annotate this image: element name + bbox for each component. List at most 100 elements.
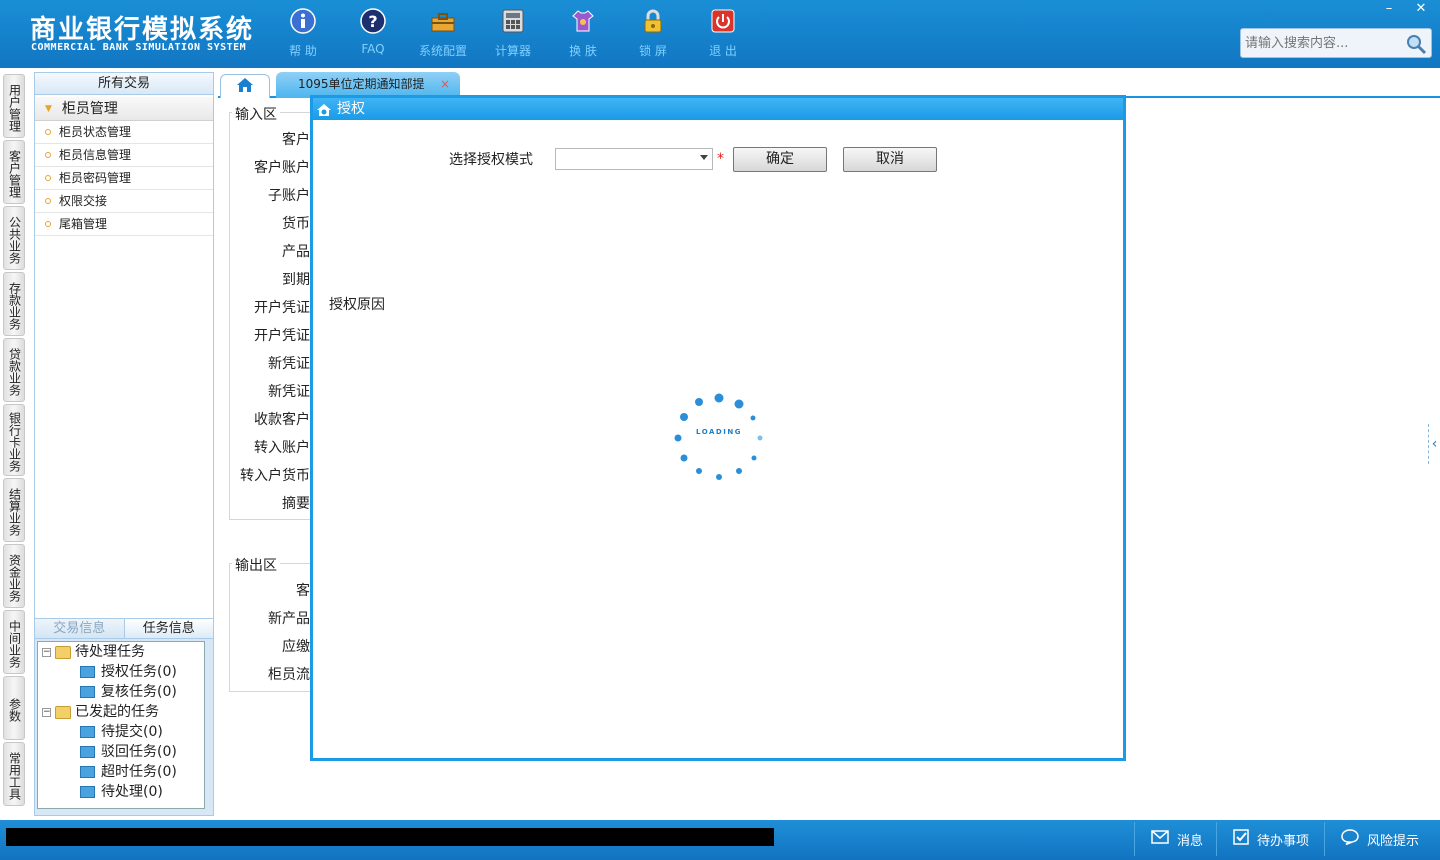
search-box [1240,28,1432,58]
field-label-product: 产品 [282,244,310,260]
vtab-bank-card-business[interactable]: 银行卡业务 [3,404,25,476]
change-skin-label: 换 肤 [569,44,597,58]
task-icon [80,786,95,798]
tree-node-label: 待处理任务 [75,644,145,660]
system-config-button[interactable]: 系统配置 [408,8,478,64]
exit-label: 退 出 [709,44,737,58]
chevron-left-icon: ‹ [1431,436,1438,452]
todo-label: 待办事项 [1257,833,1310,849]
svg-text:?: ? [368,12,377,31]
task-icon [80,686,95,698]
tree-node-to-submit[interactable]: 待提交(0) [80,722,163,742]
field-label-customer: 客户 [282,132,310,148]
tab-home[interactable] [220,74,270,98]
nav-item-permission-handover[interactable]: 权限交接 [35,190,213,213]
chat-icon [1341,829,1359,849]
folder-open-icon [55,705,71,719]
vtab-intermediary-business[interactable]: 中间业务 [3,610,25,674]
tree-node-label: 复核任务(0) [101,684,177,700]
collapse-icon[interactable]: − [42,647,51,657]
help-button[interactable]: 帮 助 [268,8,338,64]
question-icon: ? [360,8,386,34]
field-label-sub-account: 子账户 [268,188,310,204]
expand-panel-handle[interactable]: ‹ [1428,424,1440,464]
help-label: 帮 助 [289,44,317,58]
status-bar: 消息 待办事项 风险提示 [0,820,1440,860]
dialog-titlebar[interactable]: 授权 [313,98,1123,120]
loading-text: LOADING [696,428,742,436]
info-icon [290,8,316,34]
vtab-deposit-business[interactable]: 存款业务 [3,272,25,336]
exit-button[interactable]: 退 出 [688,8,758,64]
nav-item-teller-password[interactable]: 柜员密码管理 [35,167,213,190]
field-label-summary: 摘要 [282,496,310,512]
nav-header[interactable]: 所有交易 [35,73,213,95]
bullet-icon [45,175,51,181]
tree-node-timeout[interactable]: 超时任务(0) [80,762,177,782]
loading-spinner: LOADING [671,388,767,484]
task-icon [80,726,95,738]
tree-node-rejected[interactable]: 驳回任务(0) [80,742,177,762]
system-config-label: 系统配置 [418,44,467,58]
nav-item-cash-box[interactable]: 尾箱管理 [35,213,213,236]
tree-node-pending[interactable]: − 待处理任务 [42,642,145,662]
caret-down-icon: ▼ [45,103,52,114]
vtab-settlement-business[interactable]: 结算业务 [3,478,25,542]
risk-alert-label: 风险提示 [1367,833,1420,849]
change-skin-button[interactable]: 换 肤 [548,8,618,64]
tab-task-info[interactable]: 任务信息 [124,619,213,638]
vtab-customer-management[interactable]: 客户管理 [3,140,25,204]
folder-open-icon [55,645,71,659]
field-label-out-customer: 客 [296,583,310,599]
minimize-button[interactable]: – [1374,0,1404,18]
calculator-button[interactable]: 计算器 [478,8,548,64]
lock-screen-button[interactable]: 锁 屏 [618,8,688,64]
tab-transaction-info[interactable]: 交易信息 [35,619,125,638]
vtab-public-business[interactable]: 公共业务 [3,206,25,270]
bullet-icon [45,198,51,204]
field-label-new-product: 新产品 [268,611,310,627]
vtab-fund-business[interactable]: 资金业务 [3,544,25,608]
task-icon [80,746,95,758]
field-label-customer-account: 客户账户 [254,160,310,176]
nav-item-teller-info[interactable]: 柜员信息管理 [35,144,213,167]
transaction-nav-panel: 所有交易 ▼ 柜员管理 柜员状态管理 柜员信息管理 柜员密码管理 权限交接 尾箱… [34,72,214,620]
tree-node-review-tasks[interactable]: 复核任务(0) [80,682,177,702]
field-label-teller-serial: 柜员流 [268,667,310,683]
lock-icon [640,8,666,34]
collapse-icon[interactable]: − [42,707,51,717]
field-label-maturity: 到期 [282,272,310,288]
risk-alert-button[interactable]: 风险提示 [1324,822,1436,856]
todo-button[interactable]: 待办事项 [1216,822,1324,856]
nav-item-teller-status[interactable]: 柜员状态管理 [35,121,213,144]
vtab-user-management[interactable]: 用户管理 [3,74,25,138]
bullet-icon [45,152,51,158]
tree-node-initiated[interactable]: − 已发起的任务 [42,702,159,722]
nav-group-teller-management[interactable]: ▼ 柜员管理 [35,97,213,121]
confirm-button[interactable]: 确定 [733,147,827,172]
auth-reason-label: 授权原因 [329,297,385,313]
field-label-payable: 应缴 [282,639,310,655]
task-icon [80,766,95,778]
toolbox-icon [430,8,456,34]
vtab-common-tools[interactable]: 常用工具 [3,742,25,806]
close-tab-icon[interactable]: × [440,72,450,96]
dropdown-arrow-icon [700,155,708,160]
tree-node-auth-tasks[interactable]: 授权任务(0) [80,662,177,682]
vtab-parameters[interactable]: 参数 [3,676,25,740]
cancel-button[interactable]: 取消 [843,147,937,172]
task-tabs: 交易信息 任务信息 [35,619,213,639]
messages-button[interactable]: 消息 [1134,822,1216,856]
app-header: 商业银行模拟系统 COMMERCIAL BANK SIMULATION SYST… [0,0,1440,68]
auth-mode-select[interactable] [555,148,713,170]
calculator-label: 计算器 [494,44,531,58]
power-icon [710,8,736,34]
vtab-loan-business[interactable]: 贷款业务 [3,338,25,402]
close-window-button[interactable]: ✕ [1406,0,1436,18]
messages-label: 消息 [1177,833,1204,849]
module-tab-strip: 用户管理 客户管理 公共业务 存款业务 贷款业务 银行卡业务 结算业务 资金业务… [0,68,28,820]
faq-button[interactable]: ? FAQ [338,8,408,64]
tree-node-awaiting[interactable]: 待处理(0) [80,782,163,802]
search-icon[interactable] [1405,33,1427,59]
search-input[interactable] [1245,33,1405,53]
